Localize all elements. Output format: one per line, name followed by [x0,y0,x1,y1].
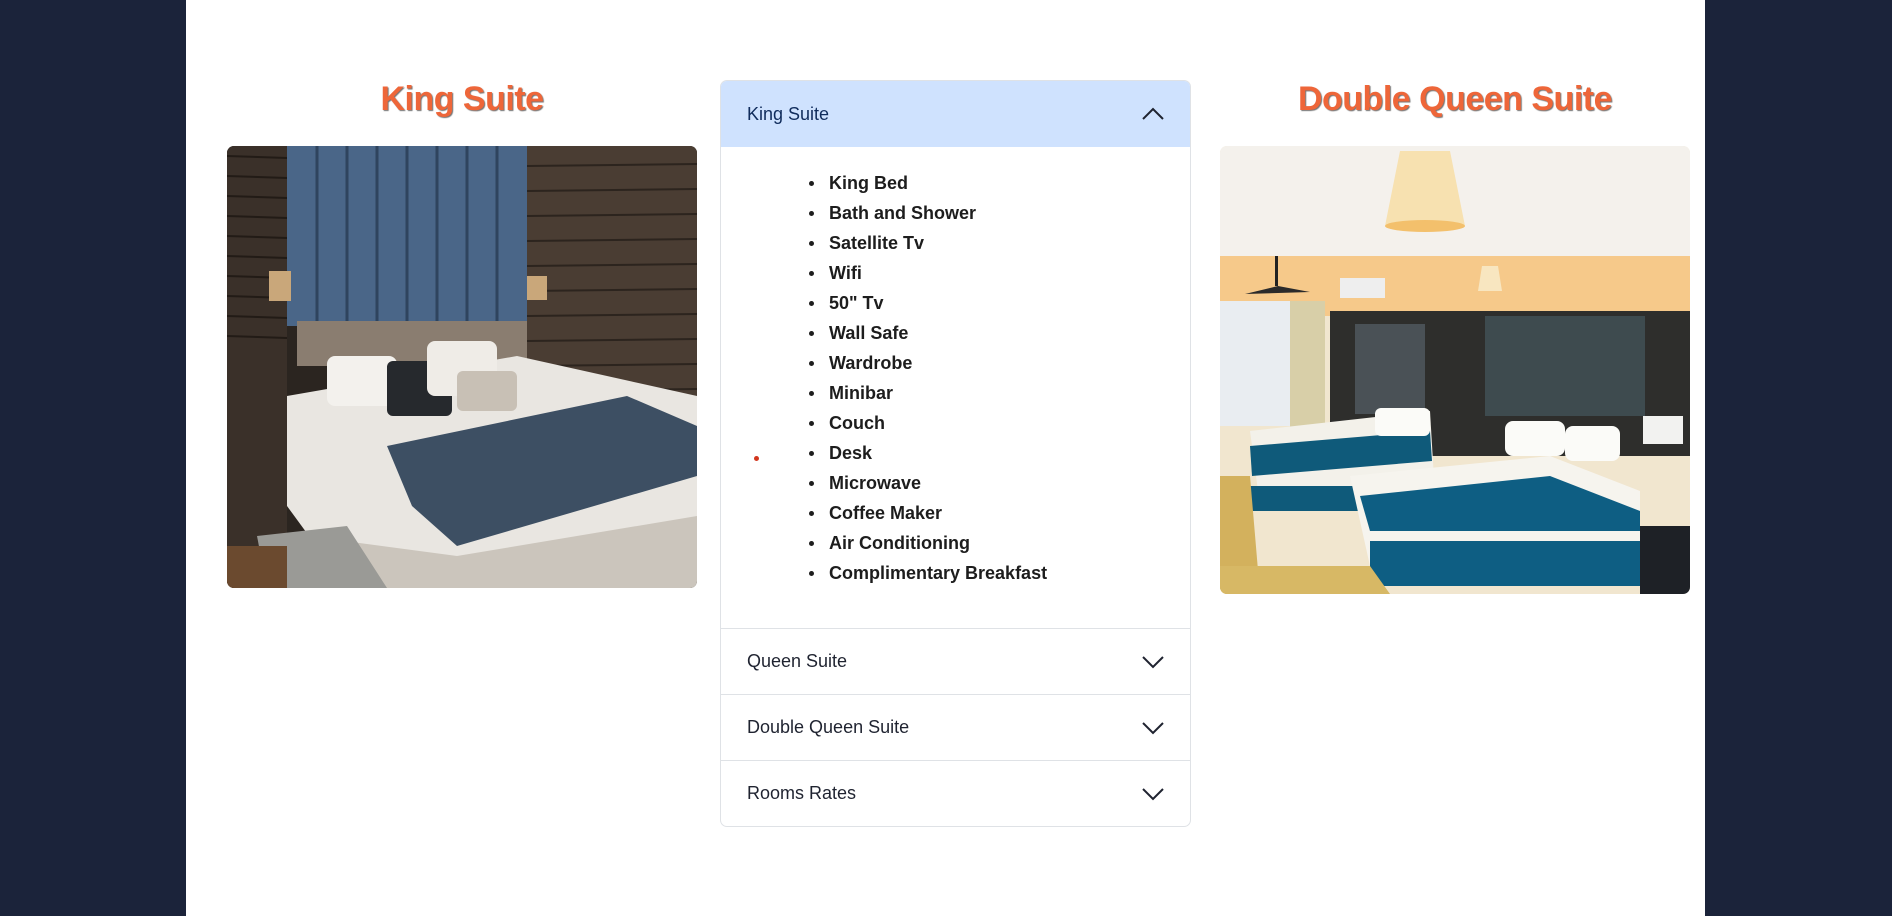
amenity-item: Satellite Tv [809,228,1170,258]
king-suite-bedroom-photo [227,146,697,588]
accordion-header-double-queen-suite[interactable]: Double Queen Suite [721,694,1190,760]
amenity-item: King Bed [809,168,1170,198]
room-accordion: King Suite King Bed Bath and Shower Sate… [720,80,1191,827]
accordion-header-queen-suite[interactable]: Queen Suite [721,628,1190,694]
accordion-label-queen-suite: Queen Suite [747,651,848,671]
amenity-item: Microwave [809,468,1170,498]
amenity-item: Couch [809,408,1170,438]
amenity-item: Minibar [809,378,1170,408]
chevron-down-icon [1142,721,1164,734]
amenity-item: Air Conditioning [809,528,1170,558]
amenity-item: Bath and Shower [809,198,1170,228]
amenities-list: King Bed Bath and Shower Satellite Tv Wi… [809,168,1170,588]
accordion-header-king-suite[interactable]: King Suite [721,81,1190,147]
double-queen-suite-title: Double Queen Suite [1297,80,1613,118]
chevron-down-icon [1142,655,1164,668]
chevron-down-icon [1142,787,1164,800]
amenity-item: Complimentary Breakfast [809,558,1170,588]
amenity-item: 50" Tv [809,288,1170,318]
amenity-item: Desk [809,438,1170,468]
page-content: King Suite King Suite King Bed Bath and … [186,0,1705,916]
chevron-up-icon [1142,107,1164,120]
accordion-header-rooms-rates[interactable]: Rooms Rates [721,760,1190,826]
accordion-label-king-suite: King Suite [747,103,830,124]
amenity-item: Wifi [809,258,1170,288]
amenity-item: Wardrobe [809,348,1170,378]
amenity-item: Coffee Maker [809,498,1170,528]
red-dot-marker [754,456,759,461]
amenity-item: Wall Safe [809,318,1170,348]
king-suite-title: King Suite [380,80,544,118]
accordion-panel-king-suite: King Bed Bath and Shower Satellite Tv Wi… [721,147,1190,628]
double-queen-suite-bedroom-photo [1220,146,1690,594]
accordion-label-rooms-rates: Rooms Rates [747,783,857,803]
accordion-label-double-queen-suite: Double Queen Suite [747,717,910,737]
